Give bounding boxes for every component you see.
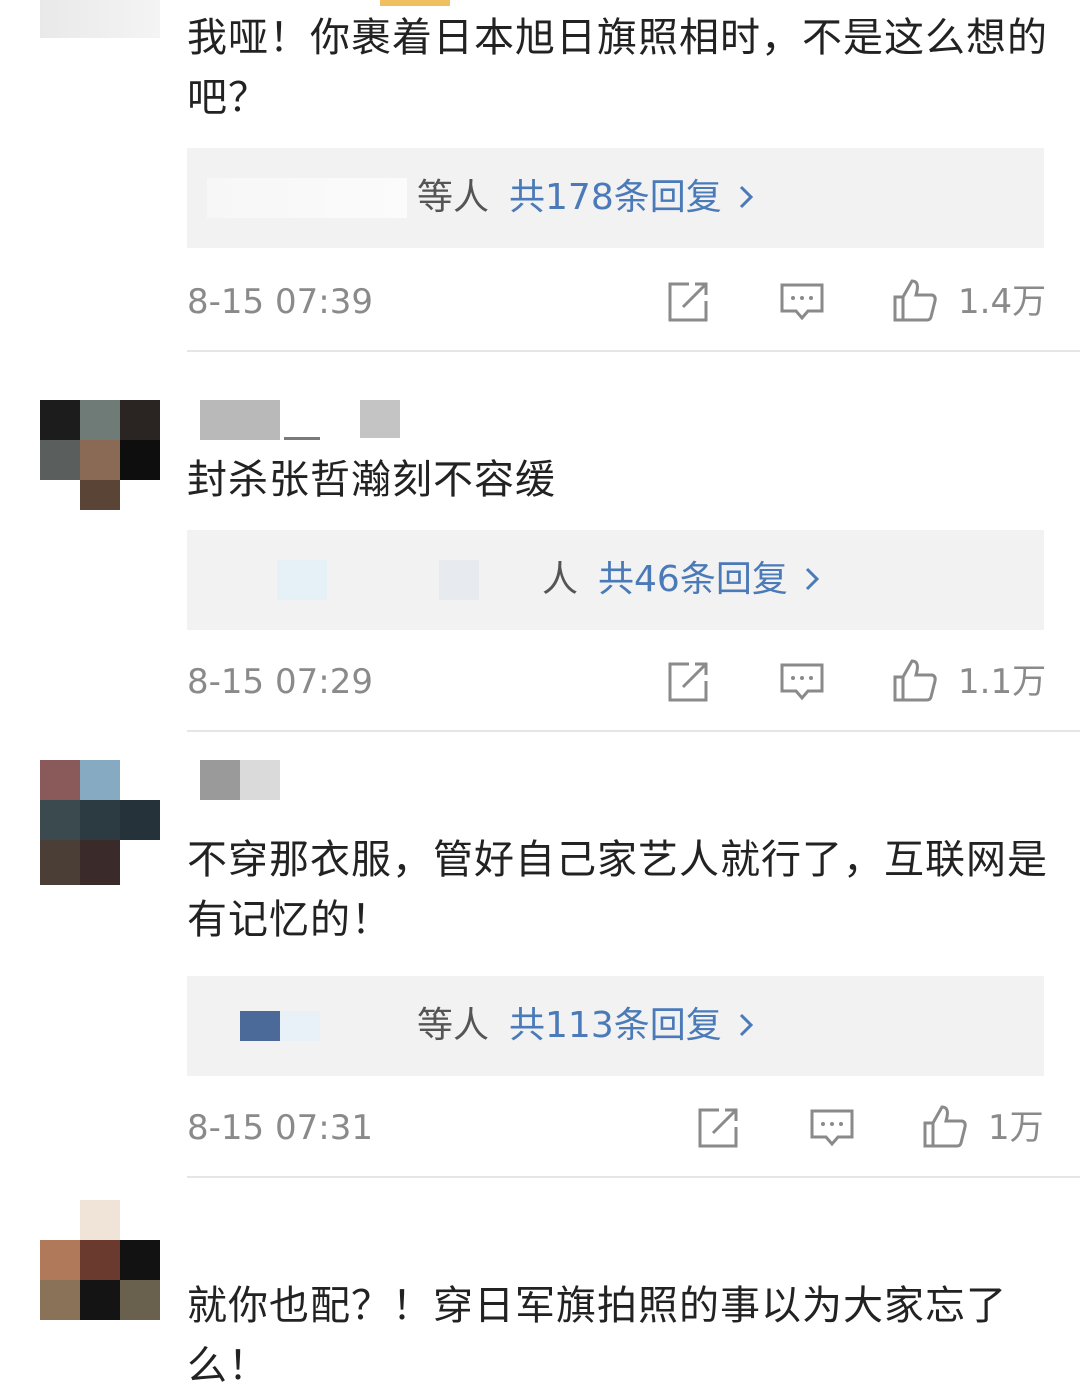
divider bbox=[187, 1176, 1080, 1178]
like-count: 1万 bbox=[988, 1108, 1044, 1148]
reply-suffix: 人 bbox=[542, 559, 579, 600]
avatar[interactable] bbox=[40, 760, 160, 885]
like-icon[interactable] bbox=[892, 657, 938, 703]
like-count: 1.1万 bbox=[958, 662, 1047, 702]
username-placeholder bbox=[240, 760, 280, 800]
comment-time: 8-15 07:29 bbox=[187, 662, 373, 702]
like-icon[interactable] bbox=[922, 1103, 968, 1149]
repost-icon[interactable] bbox=[695, 1105, 741, 1151]
reply-count-link[interactable]: 共178条回复 bbox=[509, 177, 722, 218]
like-count: 1.4万 bbox=[958, 282, 1047, 322]
reply-avatars-placeholder bbox=[439, 560, 479, 600]
comment-time: 8-15 07:39 bbox=[187, 282, 373, 322]
reply-count-link[interactable]: 共113条回复 bbox=[509, 1005, 722, 1046]
username-placeholder bbox=[380, 0, 450, 6]
reply-avatars-placeholder bbox=[277, 560, 327, 600]
like-icon[interactable] bbox=[892, 277, 938, 323]
avatar[interactable] bbox=[40, 400, 160, 510]
avatar[interactable] bbox=[40, 1200, 160, 1320]
username-placeholder-underscore bbox=[284, 437, 320, 440]
reply-avatars-placeholder bbox=[280, 1011, 320, 1041]
repost-icon[interactable] bbox=[665, 279, 711, 325]
avatar-placeholder bbox=[40, 0, 160, 38]
reply-preview[interactable]: 人共46条回复 bbox=[187, 530, 1044, 630]
divider bbox=[187, 350, 1080, 352]
comment-text: 封杀张哲瀚刻不容缓 bbox=[187, 457, 556, 503]
reply-avatars-placeholder bbox=[240, 1011, 280, 1041]
comment-text: 不穿那衣服，管好自己家艺人就行了，互联网是有记忆的！ bbox=[187, 837, 1048, 943]
username-placeholder bbox=[200, 400, 280, 440]
comment-text: 就你也配？！穿日军旗拍照的事以为大家忘了么！ bbox=[187, 1283, 1007, 1389]
reply-suffix: 等人 bbox=[417, 177, 490, 218]
username-placeholder bbox=[200, 760, 240, 800]
comment-icon[interactable] bbox=[809, 1105, 855, 1151]
reply-count-link[interactable]: 共46条回复 bbox=[598, 559, 788, 600]
comment-text: 我哑！你裹着日本旭日旗照相时，不是这么想的吧？ bbox=[187, 15, 1048, 121]
comment-time: 8-15 07:31 bbox=[187, 1108, 373, 1148]
chevron-right-icon bbox=[738, 149, 754, 249]
repost-icon[interactable] bbox=[665, 659, 711, 705]
reply-preview[interactable]: 等人 共178条回复 bbox=[187, 148, 1044, 248]
comment-icon[interactable] bbox=[779, 659, 825, 705]
chevron-right-icon bbox=[738, 977, 754, 1077]
reply-preview[interactable]: 等人 共113条回复 bbox=[187, 976, 1044, 1076]
reply-suffix: 等人 bbox=[417, 1005, 490, 1046]
comment-icon[interactable] bbox=[779, 279, 825, 325]
chevron-right-icon bbox=[804, 531, 820, 631]
badge-placeholder bbox=[360, 400, 400, 438]
reply-avatars-placeholder bbox=[207, 178, 407, 218]
divider bbox=[187, 730, 1080, 732]
